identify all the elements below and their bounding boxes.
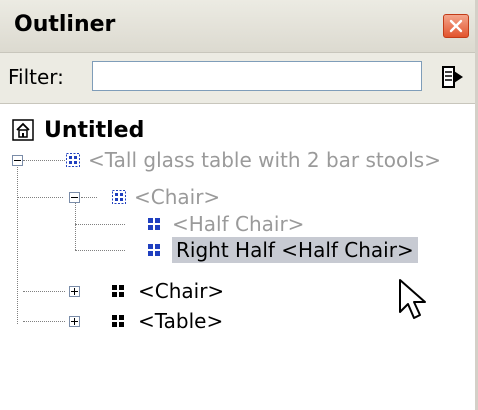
mouse-cursor-icon (399, 279, 426, 319)
expand-toggle[interactable] (69, 286, 80, 297)
group-icon (66, 153, 80, 167)
tree-connector (23, 160, 65, 161)
tree-node[interactable]: <Table> (134, 307, 227, 335)
close-button[interactable] (443, 14, 469, 38)
tree-node[interactable]: <Half Chair> (168, 210, 308, 238)
tree-connector (75, 250, 125, 251)
tree-connector (17, 158, 18, 324)
collapse-toggle[interactable] (69, 192, 80, 203)
filter-options-button[interactable] (438, 61, 466, 93)
component-icon (148, 218, 160, 230)
tree-node-selected[interactable]: Right Half <Half Chair> (172, 236, 418, 264)
component-icon (112, 285, 124, 297)
group-icon (112, 190, 126, 204)
component-icon (112, 315, 124, 327)
panel-title: Outliner (14, 12, 116, 37)
details-arrow-icon (442, 66, 463, 88)
tree-node[interactable]: <Chair> (130, 183, 224, 211)
tree-node-label: <Half Chair> (172, 212, 305, 236)
outliner-panel: Outliner Filter: Untitled <Tall glass ta… (0, 0, 478, 410)
tree-connector (23, 291, 65, 292)
house-icon (12, 119, 34, 141)
title-bar: Outliner (0, 0, 475, 53)
collapse-toggle[interactable] (12, 155, 23, 166)
tree-node-label: Right Half <Half Chair> (172, 237, 418, 263)
tree-node-label: <Chair> (138, 279, 225, 303)
tree-connector (23, 321, 65, 322)
tree-node-label: <Tall glass table with 2 bar stools> (88, 148, 441, 172)
tree-node-label: <Table> (138, 309, 224, 333)
filter-label: Filter: (8, 65, 64, 89)
tree-node[interactable]: <Chair> (134, 277, 228, 305)
tree-node-label: <Chair> (134, 185, 221, 209)
filter-input[interactable] (92, 61, 422, 91)
tree-root-node[interactable]: Untitled (12, 116, 148, 144)
expand-toggle[interactable] (69, 316, 80, 327)
filter-bar: Filter: (0, 53, 475, 104)
tree-node[interactable]: <Tall glass table with 2 bar stools> (84, 146, 445, 174)
tree-connector (17, 197, 63, 198)
outliner-tree[interactable]: Untitled <Tall glass table with 2 bar st… (0, 104, 475, 410)
tree-connector (81, 197, 97, 198)
close-icon (449, 19, 463, 33)
component-icon (148, 244, 160, 256)
tree-root-label: Untitled (44, 117, 145, 143)
tree-connector (75, 224, 125, 225)
